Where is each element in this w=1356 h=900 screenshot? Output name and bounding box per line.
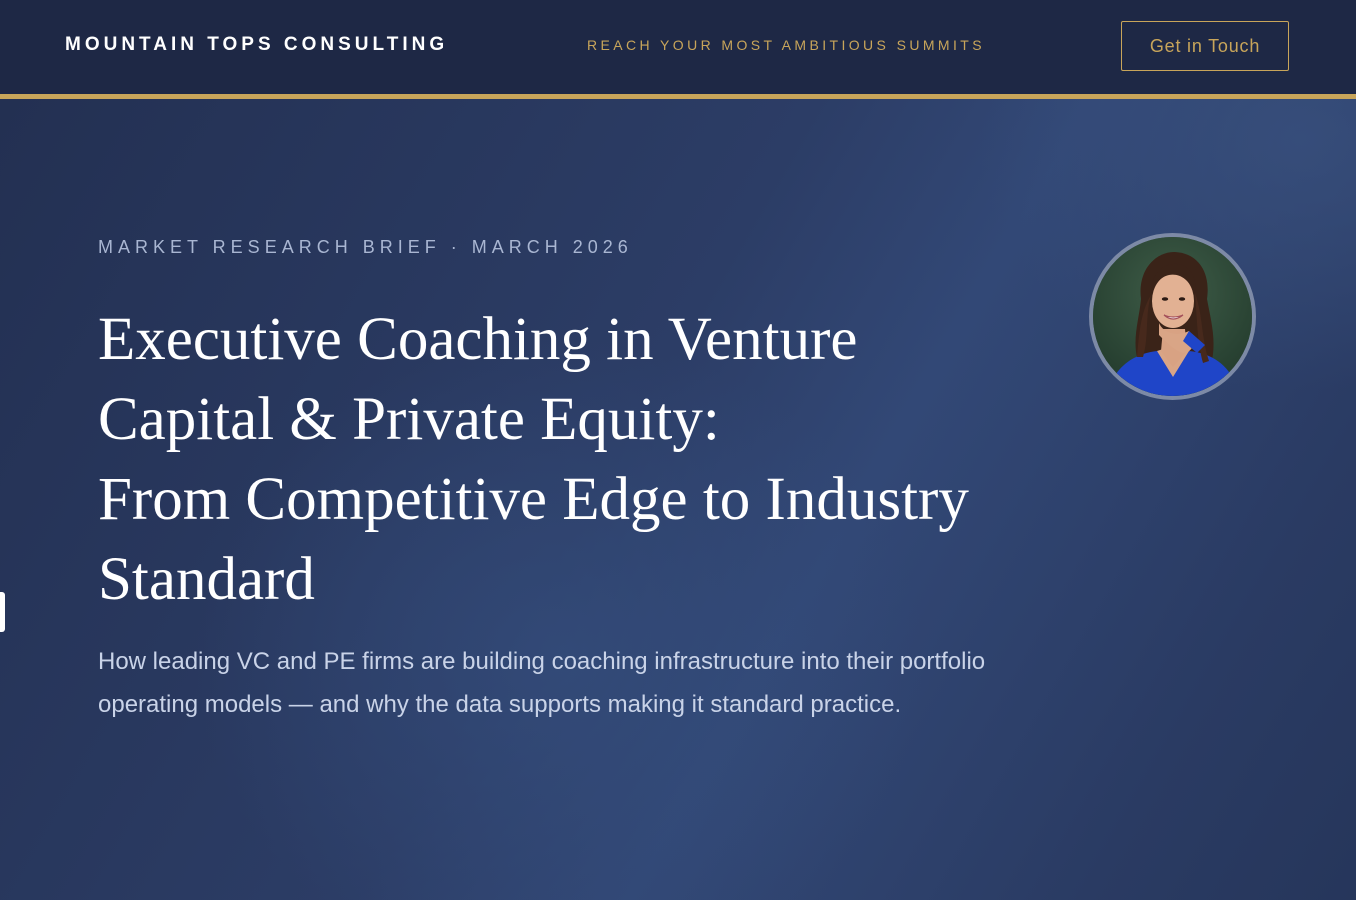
- title-line: Standard: [98, 546, 315, 613]
- page-title: Executive Coaching in Venture Capital & …: [98, 300, 998, 620]
- tagline: REACH YOUR MOST AMBITIOUS SUMMITS: [587, 37, 985, 53]
- side-feedback-tab[interactable]: [0, 592, 5, 632]
- portrait-illustration: [1093, 237, 1252, 396]
- hero-subtitle: How leading VC and PE firms are building…: [98, 648, 986, 718]
- brand-logo-text[interactable]: MOUNTAIN TOPS CONSULTING: [65, 34, 448, 56]
- title-line: Executive Coaching in Venture: [98, 306, 858, 373]
- author-avatar: [1089, 233, 1256, 400]
- get-in-touch-button[interactable]: Get in Touch: [1121, 21, 1289, 71]
- report-eyebrow: MARKET RESEARCH BRIEF · MARCH 2026: [98, 237, 633, 257]
- title-line: Capital & Private Equity:: [98, 386, 720, 453]
- top-navigation-bar: MOUNTAIN TOPS CONSULTING REACH YOUR MOST…: [0, 0, 1356, 94]
- title-line: From Competitive Edge to Industry: [98, 466, 969, 533]
